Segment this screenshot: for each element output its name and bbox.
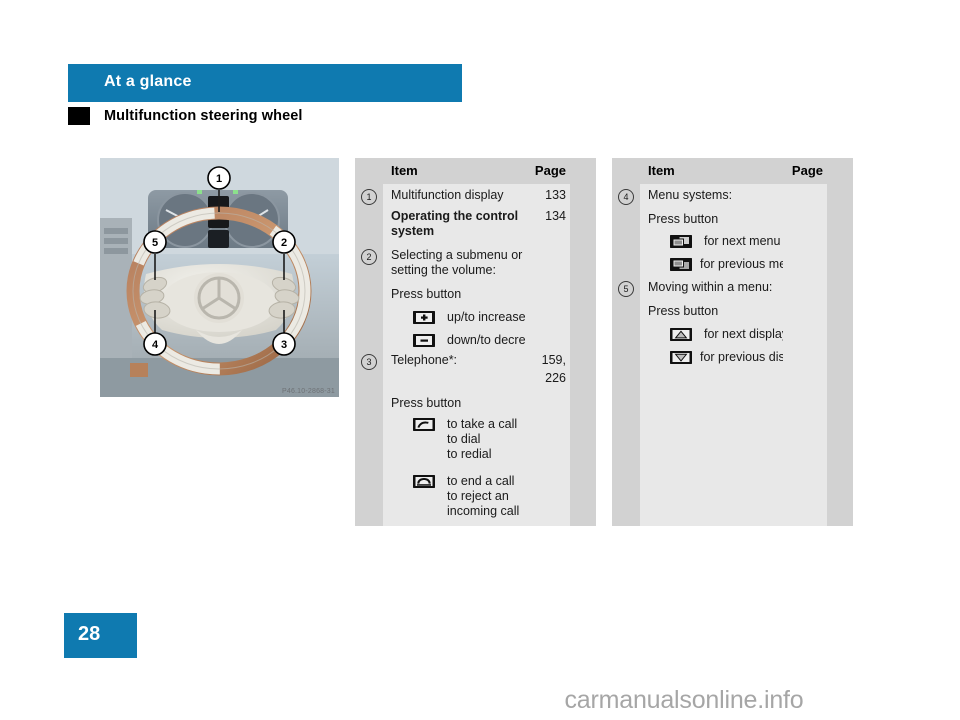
page-number: 28 (78, 623, 101, 645)
page-title: Multifunction steering wheel (104, 108, 303, 124)
page-column-header-left: Page (526, 158, 570, 184)
row-text: Menu systems: (648, 188, 733, 202)
row-text: to redial (447, 447, 492, 461)
callout-gutter-left: 1 2 3 (355, 158, 383, 526)
svg-text:3: 3 (281, 339, 287, 351)
item-column-header-right: Item (640, 158, 783, 184)
page-ref: 133 (545, 188, 566, 202)
callout-gutter-right: 4 5 (612, 158, 640, 526)
row-text: Telephone*: (391, 353, 458, 367)
row-text: for next menu (704, 234, 781, 248)
page-column-header-right: Page (783, 158, 827, 184)
row-text: Selecting a submenu or (391, 248, 523, 262)
specs-table-right: 4 5 Item Menu systems: Press button for … (612, 158, 853, 526)
row-text: Press button (648, 212, 719, 226)
section-header-label: At a glance (104, 73, 192, 90)
page-number-badge: 28 (64, 613, 137, 658)
callout-3: 3 (361, 354, 377, 370)
page-ref: 159, (541, 353, 566, 367)
row-text: up/to increase (447, 310, 526, 324)
row-text: for next display (704, 327, 789, 341)
down-arrow-button-icon (670, 351, 692, 364)
steering-wheel-figure: 1 2 3 4 5 P46.10-2868-31 (100, 158, 339, 397)
next-menu-icon (670, 235, 692, 248)
item-column-right: Item Menu systems: Press button for next… (640, 158, 808, 526)
page-column-right: Page (783, 158, 827, 526)
minus-button-icon (413, 334, 435, 347)
row-text: Press button (648, 304, 719, 318)
row-text: Moving within a menu: (648, 280, 773, 294)
figure-caption-code: P46.10-2868-31 (281, 388, 335, 395)
row-text: Operating the control (391, 209, 519, 223)
row-text: to take a call (447, 417, 518, 431)
svg-text:1: 1 (216, 173, 222, 185)
page-ref: 134 (545, 209, 566, 223)
svg-text:4: 4 (152, 339, 159, 351)
row-text: to end a call (447, 474, 515, 488)
row-text: to dial (447, 432, 481, 446)
steering-wheel-illustration: 1 2 3 4 5 (100, 158, 339, 397)
phone-receiver-on-hook-icon (413, 475, 435, 488)
callout-2: 2 (361, 249, 377, 265)
section-header-bar: At a glance (68, 64, 462, 102)
callout-1: 1 (361, 189, 377, 205)
row-text: Press button (391, 287, 462, 301)
svg-text:5: 5 (152, 237, 158, 249)
gutter-header-right (612, 158, 640, 184)
page-column-left: Page 133 134 159, 226 (526, 158, 570, 526)
phone-receiver-off-hook-icon (413, 418, 435, 431)
row-text: Press button (391, 396, 462, 410)
row-text: setting the volume: (391, 263, 496, 277)
row-text: system (391, 224, 435, 238)
callout-5: 5 (618, 281, 634, 297)
gutter-header-left (355, 158, 383, 184)
specs-table-left: 1 2 3 Item Multifunction display Operati… (355, 158, 596, 526)
plus-button-icon (413, 311, 435, 324)
row-text: to reject an (447, 489, 509, 503)
row-text: incoming call (447, 504, 520, 518)
up-arrow-button-icon (670, 328, 692, 341)
item-column-left: Item Multifunction display Operating the… (383, 158, 546, 526)
callout-4: 4 (618, 189, 634, 205)
svg-text:2: 2 (281, 237, 287, 249)
previous-menu-icon (670, 258, 692, 271)
row-text: Multifunction display (391, 188, 504, 202)
topic-bullet-square (68, 107, 90, 125)
item-column-header-left: Item (383, 158, 526, 184)
table-right-tail (827, 158, 853, 526)
page-ref: 226 (545, 371, 566, 385)
site-watermark: carmanualsonline.info (564, 686, 804, 714)
table-left-tail (570, 158, 596, 526)
